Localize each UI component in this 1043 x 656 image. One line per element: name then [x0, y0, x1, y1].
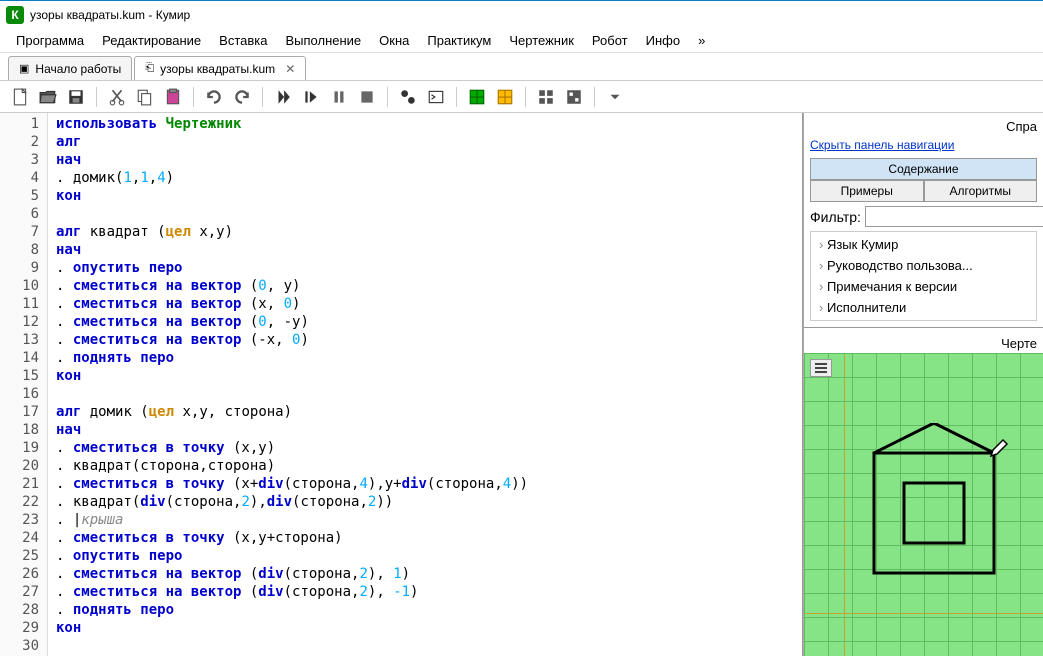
line-number: 20 [0, 457, 47, 475]
line-number: 11 [0, 295, 47, 313]
filter-label: Фильтр: [810, 209, 861, 225]
grid1-button[interactable] [465, 85, 489, 109]
overflow-button[interactable] [603, 85, 627, 109]
drawer-panel-title: Черте [804, 332, 1043, 353]
drawer-panel: Черте [804, 328, 1043, 656]
stop-button[interactable] [355, 85, 379, 109]
line-gutter: 1234567891011121314151617181920212223242… [0, 113, 48, 656]
tab-icon: ▣ [19, 62, 29, 75]
line-number: 23 [0, 511, 47, 529]
line-number: 4 [0, 169, 47, 187]
line-number: 8 [0, 241, 47, 259]
editor-pane: 1234567891011121314151617181920212223242… [0, 113, 803, 656]
help-panel: Спра Скрыть панель навигации Содержание … [804, 113, 1043, 328]
window-title: узоры квадраты.kum - Кумир [30, 8, 190, 22]
menu-чертежник[interactable]: Чертежник [501, 31, 582, 50]
line-number: 24 [0, 529, 47, 547]
line-number: 22 [0, 493, 47, 511]
menu-вставка[interactable]: Вставка [211, 31, 275, 50]
grid2-button[interactable] [493, 85, 517, 109]
tabbar: ▣ Начало работы ⎗ узоры квадраты.kum ✕ [0, 53, 1043, 81]
line-number: 25 [0, 547, 47, 565]
help-tab-examples[interactable]: Примеры [810, 180, 924, 202]
line-number: 29 [0, 619, 47, 637]
help-tab-contents[interactable]: Содержание [810, 158, 1037, 180]
line-number: 19 [0, 439, 47, 457]
new-file-button[interactable] [8, 85, 32, 109]
copy-button[interactable] [133, 85, 157, 109]
line-number: 13 [0, 331, 47, 349]
pen-icon [989, 438, 1009, 458]
line-number: 6 [0, 205, 47, 223]
titlebar: К узоры квадраты.kum - Кумир [0, 1, 1043, 29]
menu-инфо[interactable]: Инфо [638, 31, 688, 50]
actors-button[interactable] [396, 85, 420, 109]
help-tree-item[interactable]: Руководство пользова... [811, 255, 1036, 276]
line-number: 14 [0, 349, 47, 367]
redo-button[interactable] [230, 85, 254, 109]
tab-label: Начало работы [35, 62, 121, 76]
code-editor[interactable]: использовать Чертежник алг нач . домик(1… [48, 113, 802, 656]
step-button[interactable] [299, 85, 323, 109]
line-number: 5 [0, 187, 47, 205]
line-number: 27 [0, 583, 47, 601]
line-number: 18 [0, 421, 47, 439]
tool1-button[interactable] [534, 85, 558, 109]
line-number: 7 [0, 223, 47, 241]
tab-icon: ⎗ [145, 62, 154, 75]
line-number: 15 [0, 367, 47, 385]
line-number: 12 [0, 313, 47, 331]
toolbar [0, 81, 1043, 113]
line-number: 21 [0, 475, 47, 493]
menu-окна[interactable]: Окна [371, 31, 417, 50]
tab-label: узоры квадраты.kum [160, 62, 275, 76]
line-number: 3 [0, 151, 47, 169]
menubar: ПрограммаРедактированиеВставкаВыполнение… [0, 29, 1043, 53]
menu-программа[interactable]: Программа [8, 31, 92, 50]
drawer-canvas[interactable] [804, 353, 1043, 656]
undo-button[interactable] [202, 85, 226, 109]
filter-input[interactable] [865, 206, 1043, 227]
line-number: 28 [0, 601, 47, 619]
app-icon: К [6, 6, 24, 24]
menu-»[interactable]: » [690, 31, 713, 50]
console-button[interactable] [424, 85, 448, 109]
canvas-menu-button[interactable] [810, 359, 832, 377]
tab-close-icon[interactable]: ✕ [285, 62, 295, 76]
menu-выполнение[interactable]: Выполнение [277, 31, 369, 50]
help-tab-algorithms[interactable]: Алгоритмы [924, 180, 1038, 202]
line-number: 9 [0, 259, 47, 277]
open-file-button[interactable] [36, 85, 60, 109]
line-number: 17 [0, 403, 47, 421]
line-number: 1 [0, 115, 47, 133]
paste-button[interactable] [161, 85, 185, 109]
line-number: 16 [0, 385, 47, 403]
line-number: 2 [0, 133, 47, 151]
run-button[interactable] [271, 85, 295, 109]
line-number: 30 [0, 637, 47, 655]
tool2-button[interactable] [562, 85, 586, 109]
pause-button[interactable] [327, 85, 351, 109]
help-tree-item[interactable]: Примечания к версии [811, 276, 1036, 297]
help-tree-item[interactable]: Исполнители [811, 297, 1036, 318]
help-tree-item[interactable]: Язык Кумир [811, 234, 1036, 255]
help-tree: Язык КумирРуководство пользова...Примеча… [810, 231, 1037, 321]
cut-button[interactable] [105, 85, 129, 109]
help-panel-title: Спра [810, 119, 1037, 138]
menu-практикум[interactable]: Практикум [419, 31, 499, 50]
line-number: 10 [0, 277, 47, 295]
menu-редактирование[interactable]: Редактирование [94, 31, 209, 50]
line-number: 26 [0, 565, 47, 583]
menu-робот[interactable]: Робот [584, 31, 636, 50]
save-button[interactable] [64, 85, 88, 109]
tab[interactable]: ▣ Начало работы [8, 56, 132, 80]
hide-nav-link[interactable]: Скрыть панель навигации [810, 138, 1037, 152]
tab[interactable]: ⎗ узоры квадраты.kum ✕ [134, 56, 306, 80]
